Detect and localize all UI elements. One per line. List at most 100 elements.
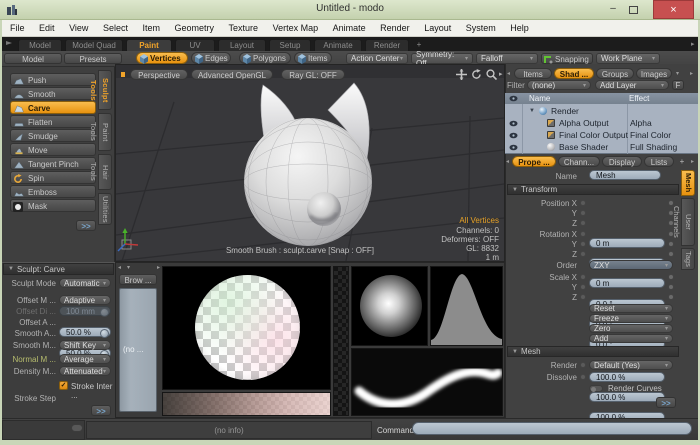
menu-item[interactable]: Item <box>136 20 166 37</box>
mode-vertices-button[interactable]: Vertices <box>136 52 188 64</box>
tab-paint-tools[interactable]: Paint Tools <box>98 113 112 151</box>
expand-icon[interactable]: ▼ <box>529 108 535 114</box>
action-center-dropdown[interactable]: Action Center▾ <box>346 53 408 64</box>
menu-vertex-map[interactable]: Vertex Map <box>267 20 325 37</box>
model-button[interactable]: Model <box>4 53 62 64</box>
chevron-right-icon[interactable]: ▸ <box>691 158 694 165</box>
layout-tab-uv[interactable]: UV <box>175 39 215 51</box>
falloff-dropdown[interactable]: Falloff▾ <box>476 53 538 64</box>
scale-x-field[interactable]: 100.0 % <box>589 372 665 382</box>
work-plane-dropdown[interactable]: Work Plane▾ <box>596 53 660 64</box>
tool-spin[interactable]: Spin <box>10 171 96 184</box>
layout-tab-model-quad[interactable]: Model Quad <box>65 39 123 51</box>
sculpt-panel-header[interactable]: ▼ Sculpt: Carve <box>3 263 114 275</box>
offset-mode-dropdown[interactable]: Adaptive▾ <box>59 295 111 305</box>
status-toggle[interactable] <box>71 424 83 432</box>
brush-gradient-ramp[interactable] <box>162 392 331 416</box>
transform-section-header[interactable]: ▼ Transform <box>507 184 679 195</box>
layout-tab-setup[interactable]: Setup <box>269 39 311 51</box>
falloff-curve-tile[interactable] <box>430 266 503 346</box>
menu-layout[interactable]: Layout <box>418 20 457 37</box>
browse-button[interactable]: Brow ... <box>119 274 157 285</box>
tab-items[interactable]: Items <box>514 68 552 79</box>
menu-edit[interactable]: Edit <box>33 20 61 37</box>
chevron-down-icon[interactable]: ▾ <box>127 264 130 271</box>
chevron-left-icon[interactable]: ◂ <box>507 70 510 77</box>
side-tab-tags[interactable]: Tags <box>681 248 695 270</box>
snapping-button[interactable]: Snapping <box>541 53 593 64</box>
name-field[interactable] <box>589 170 661 180</box>
mesh-section-header[interactable]: ▼ Mesh <box>507 346 679 357</box>
tool-carve[interactable]: Carve <box>10 101 96 114</box>
sculpt-mode-dropdown[interactable]: Automatic▾ <box>59 278 111 288</box>
tool-smooth[interactable]: Smooth <box>10 87 96 100</box>
layout-tab-render[interactable]: Render <box>365 39 409 51</box>
tree-row-base-shader[interactable]: Base Shader Full Shading <box>505 141 698 153</box>
layout-tab-paint[interactable]: Paint <box>126 39 172 51</box>
layout-tab-layout[interactable]: Layout <box>218 39 266 51</box>
mode-items-button[interactable]: Items <box>294 52 332 64</box>
tool-emboss[interactable]: Emboss <box>10 185 96 198</box>
stroke-preview-tile[interactable] <box>351 348 503 416</box>
normal-mode-dropdown[interactable]: Average▾ <box>59 354 111 364</box>
chevron-right-icon[interactable]: ▸ <box>157 264 160 271</box>
minimize-button[interactable]: – <box>604 3 622 16</box>
mini-knob[interactable] <box>668 274 674 280</box>
order-dropdown[interactable]: ZXY▾ <box>589 260 673 270</box>
tab-display[interactable]: Display <box>602 156 642 167</box>
menu-render[interactable]: Render <box>374 20 416 37</box>
brush-preview-sphere-tile[interactable] <box>162 266 331 390</box>
scale-y-field[interactable]: 100.0 % <box>589 392 665 402</box>
offset-amount-field[interactable]: 50.0 % <box>59 327 111 337</box>
tab-hair-tools[interactable]: Hair Tools <box>98 154 112 190</box>
tool-tangent-pinch[interactable]: Tangent Pinch <box>10 157 96 170</box>
tab-properties[interactable]: Prope ... <box>512 156 556 167</box>
side-tab-user-channels[interactable]: User Channels <box>681 198 695 246</box>
menu-geometry[interactable]: Geometry <box>169 20 221 37</box>
tool-mask[interactable]: Mask <box>10 199 96 212</box>
reset-dropdown[interactable]: Reset▾ <box>589 304 673 313</box>
sculpt-more-button[interactable]: >> <box>91 405 111 416</box>
mode-edges-button[interactable]: Edges <box>191 52 231 64</box>
brush-falloff-preview-tile[interactable] <box>351 266 428 346</box>
tab-groups[interactable]: Groups <box>596 68 634 79</box>
eye-icon[interactable] <box>509 132 518 139</box>
eye-icon[interactable] <box>509 144 518 151</box>
rotate-icon[interactable] <box>471 69 482 80</box>
menu-view[interactable]: View <box>63 20 94 37</box>
tab-sculpt-tools[interactable]: Sculpt Tools <box>98 70 112 110</box>
render-dropdown[interactable]: Default (Yes)▾ <box>589 360 673 370</box>
chevron-left-icon[interactable]: ◂ <box>506 158 509 165</box>
command-input[interactable] <box>412 422 692 435</box>
layout-tabs-scroll-right[interactable]: ▸ <box>691 40 695 48</box>
eye-icon[interactable] <box>509 120 518 127</box>
chevron-left-icon[interactable]: ◂ <box>118 264 121 271</box>
add-dropdown[interactable]: Add▾ <box>589 334 673 343</box>
tool-flatten[interactable]: Flatten <box>10 115 96 128</box>
tool-move[interactable]: Move <box>10 143 96 156</box>
layout-tab-animate[interactable]: Animate <box>314 39 362 51</box>
filter-dropdown[interactable]: (none)▾ <box>527 80 591 90</box>
presets-button[interactable]: Presets <box>64 53 122 64</box>
filter-f-button[interactable]: F <box>672 80 684 90</box>
tab-add-button[interactable]: + <box>677 157 687 166</box>
freeze-dropdown[interactable]: Freeze▾ <box>589 314 673 323</box>
menu-file[interactable]: File <box>4 20 31 37</box>
mini-slider-knob[interactable] <box>100 329 109 338</box>
viewport-options-arrow[interactable]: ▸ <box>499 70 503 78</box>
maximize-button[interactable] <box>629 6 638 14</box>
tab-utilities[interactable]: Utilities <box>98 193 112 225</box>
symmetry-dropdown[interactable]: Symmetry: Off▾ <box>411 53 473 64</box>
tool-panel-more-button[interactable]: >> <box>76 220 96 231</box>
mini-knob[interactable] <box>668 241 674 247</box>
brush-list[interactable]: (no ... <box>119 288 157 412</box>
close-button[interactable]: × <box>653 0 694 19</box>
menu-select[interactable]: Select <box>97 20 134 37</box>
mini-knob[interactable] <box>668 284 674 290</box>
tree-row-final-color-output[interactable]: Final Color Output Final Color <box>505 129 698 141</box>
tree-row-alpha-output[interactable]: Alpha Output Alpha <box>505 117 698 129</box>
zero-dropdown[interactable]: Zero▾ <box>589 324 673 333</box>
tool-smudge[interactable]: Smudge <box>10 129 96 142</box>
zoom-icon[interactable] <box>486 69 497 80</box>
position-z-field[interactable]: 0 m <box>589 278 665 288</box>
